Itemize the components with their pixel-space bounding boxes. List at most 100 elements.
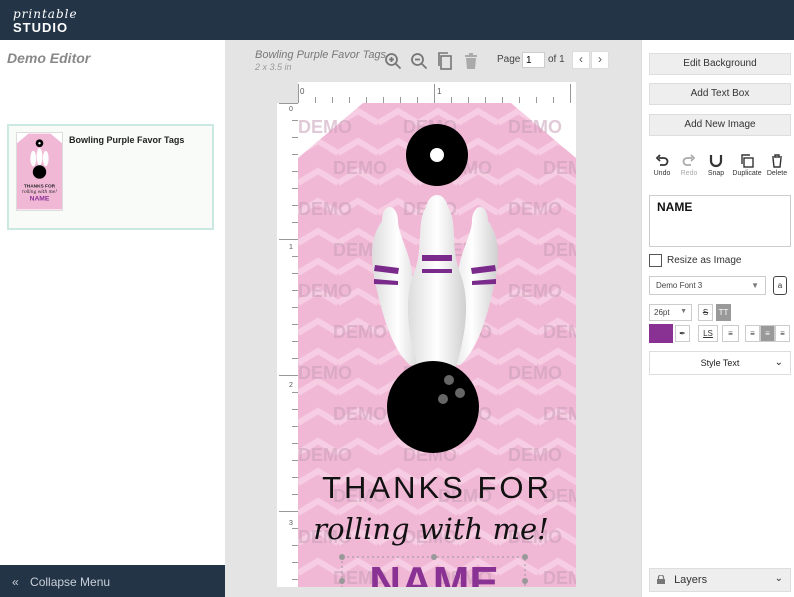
design-thumbnail[interactable]: THANKS FOR rolling with me! NAME: [16, 132, 63, 211]
document-title: Bowling Purple Favor Tags: [255, 49, 387, 61]
align-left-icon[interactable]: ≡: [745, 325, 760, 342]
duplicate-icon: [741, 154, 754, 168]
eyedropper-icon[interactable]: ✒: [675, 325, 690, 342]
font-preview-button[interactable]: a: [773, 276, 787, 295]
trash-icon[interactable]: [462, 52, 480, 70]
svg-text:NAME: NAME: [30, 196, 50, 203]
demo-watermark: DEMO: [298, 445, 352, 465]
ruler-y-label: 3: [289, 520, 293, 527]
next-page-button[interactable]: ›: [591, 51, 609, 69]
demo-watermark: DEMO: [543, 158, 576, 178]
demo-watermark: DEMO: [543, 568, 576, 587]
text-color-swatch[interactable]: [649, 324, 673, 343]
ruler-x-label: 0: [300, 87, 305, 96]
copy-icon[interactable]: [436, 52, 454, 70]
ruler-x-label: 1: [437, 87, 442, 96]
logo-line2: STUDIO: [13, 20, 69, 35]
resize-as-image-checkbox[interactable]: [649, 254, 662, 267]
demo-watermark: DEMO: [543, 240, 576, 260]
caret-down-icon: ▼: [751, 281, 759, 290]
layers-label: Layers: [674, 574, 708, 586]
demo-watermark: DEMO: [543, 322, 576, 342]
redo-icon: [682, 154, 696, 166]
sidebar-title: Demo Editor: [7, 50, 91, 66]
demo-watermark: DEMO: [508, 199, 562, 219]
top-bar: printable STUDIO: [0, 0, 794, 40]
line-height-icon[interactable]: ≡: [722, 325, 739, 342]
vertical-ruler: 0 1 2 3: [277, 103, 299, 587]
font-family-select[interactable]: Demo Font 3 ▼: [649, 276, 766, 295]
design-card[interactable]: THANKS FOR rolling with me! NAME Bowling…: [7, 124, 214, 230]
trash-icon: [772, 154, 782, 168]
delete-label: Delete: [766, 170, 788, 177]
page-number-input[interactable]: [522, 52, 545, 68]
prev-page-button[interactable]: ‹: [572, 51, 590, 69]
ruler-y-label: 2: [289, 382, 293, 389]
bowling-ball-image[interactable]: [387, 361, 479, 453]
chevron-down-icon: ⌄: [774, 357, 783, 368]
demo-watermark: DEMO: [508, 445, 562, 465]
all-caps-button[interactable]: TT: [716, 304, 731, 321]
printable-studio-logo[interactable]: printable STUDIO: [11, 7, 81, 35]
demo-watermark: DEMO: [508, 363, 562, 383]
zoom-in-icon[interactable]: [384, 52, 402, 70]
undo-button[interactable]: Undo: [648, 154, 676, 177]
workspace: Bowling Purple Favor Tags 2 x 3.5 in Pag…: [225, 40, 641, 597]
add-new-image-button[interactable]: Add New Image: [649, 114, 791, 136]
demo-watermark: DEMO: [508, 281, 562, 301]
demo-watermark: DEMO: [298, 117, 352, 137]
svg-text:THANKS FOR: THANKS FOR: [24, 183, 56, 189]
font-size-value: 26pt: [654, 308, 670, 317]
page-count: of 1: [548, 54, 565, 65]
document-size: 2 x 3.5 in: [255, 62, 292, 72]
add-text-box-button[interactable]: Add Text Box: [649, 83, 791, 105]
delete-button[interactable]: Delete: [763, 154, 791, 177]
horizontal-ruler: 0 1: [298, 82, 576, 104]
redo-button[interactable]: Redo: [675, 154, 703, 177]
layers-dropdown[interactable]: Layers ⌄: [649, 568, 791, 592]
chevron-down-icon: ⌄: [774, 573, 783, 584]
align-right-icon[interactable]: ≡: [775, 325, 790, 342]
ruler-y-label: 0: [289, 106, 293, 113]
thanks-for-text[interactable]: THANKS FOR: [322, 470, 552, 505]
duplicate-label: Duplicate: [732, 170, 762, 177]
strikethrough-button[interactable]: S: [698, 304, 713, 321]
rolling-with-me-text[interactable]: rolling with me!: [313, 512, 549, 546]
undo-icon: [655, 154, 669, 166]
demo-watermark: DEMO: [333, 404, 387, 424]
style-text-label: Style Text: [700, 358, 740, 368]
demo-watermark: DEMO: [298, 363, 352, 383]
magnet-icon: [709, 155, 723, 168]
letter-spacing-button[interactable]: LS: [698, 325, 718, 342]
font-size-select[interactable]: 26pt ▼: [649, 304, 692, 321]
properties-panel: Edit Background Add Text Box Add New Ima…: [641, 40, 794, 597]
demo-watermark: DEMO: [333, 158, 387, 178]
design-canvas[interactable]: DEMO DEMO DEMO DEMO DEMO DEMO DEMO DEMO DEMO DEMO…: [298, 103, 576, 587]
collapse-menu-button[interactable]: « Collapse Menu: [0, 565, 225, 597]
logo-line1: printable: [13, 7, 78, 21]
double-chevron-left-icon: «: [12, 575, 19, 589]
text-content-input[interactable]: NAME: [649, 195, 791, 247]
resize-as-image-label: Resize as Image: [667, 255, 742, 266]
undo-label: Undo: [653, 170, 671, 177]
name-text[interactable]: NAME: [369, 558, 499, 587]
sidebar: Demo Editor THANKS FOR rolling with me! …: [0, 40, 225, 597]
collapse-menu-label: Collapse Menu: [30, 575, 111, 589]
chevron-left-icon: ‹: [579, 52, 583, 66]
demo-watermark: DEMO: [333, 322, 387, 342]
duplicate-button[interactable]: Duplicate: [730, 154, 764, 177]
page-label: Page: [497, 54, 521, 65]
chevron-right-icon: ›: [598, 52, 602, 66]
demo-watermark: DEMO: [298, 281, 352, 301]
style-text-dropdown[interactable]: Style Text ⌄: [649, 351, 791, 375]
demo-watermark: DEMO: [298, 199, 352, 219]
zoom-out-icon[interactable]: [410, 52, 428, 70]
edit-background-button[interactable]: Edit Background: [649, 53, 791, 75]
snap-label: Snap: [707, 170, 725, 177]
ruler-y-label: 1: [289, 244, 293, 251]
align-center-icon[interactable]: ≡: [760, 325, 775, 342]
svg-text:rolling with me!: rolling with me!: [22, 190, 57, 195]
lock-icon: [657, 575, 665, 584]
design-name: Bowling Purple Favor Tags: [69, 135, 185, 145]
snap-button[interactable]: Snap: [702, 154, 730, 177]
